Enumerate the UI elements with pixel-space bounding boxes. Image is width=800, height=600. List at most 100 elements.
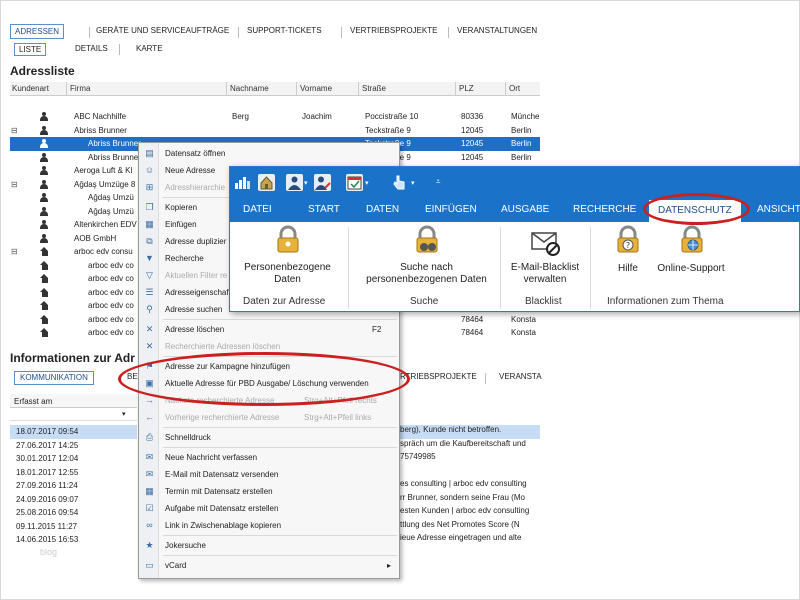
menu-item[interactable]: ✉ E-Mail mit Datensatz versenden [139, 466, 399, 483]
list-item[interactable]: 18.01.2017 12:55 [10, 466, 137, 480]
entry-date: 18.01.2017 12:55 [16, 467, 79, 477]
ribbon-tab-recherche[interactable]: RECHERCHE [573, 204, 636, 215]
hierarchy-icon: ⊞ [145, 182, 154, 192]
lock-search-icon [412, 225, 442, 255]
menu-item-label: Adresse löschen [165, 325, 225, 334]
ribbon-window: ▾ ▾ ▾ ⩡ DATEI START DATEN EINFÜGEN AUSGA… [229, 166, 800, 312]
list-item[interactable]: 09.11.2015 11:27 [10, 520, 137, 534]
list-item[interactable]: 27.09.2016 11:24 [10, 479, 137, 493]
menu-item-label: Datensatz öffnen [165, 149, 226, 158]
menu-item[interactable]: ▦ Termin mit Datensatz erstellen [139, 483, 399, 500]
expander-icon[interactable]: ⊟ [11, 180, 18, 189]
list-item[interactable]: 24.09.2016 09:07 [10, 493, 137, 507]
joker-icon: ★ [145, 540, 154, 550]
tab-divider [341, 27, 342, 38]
menu-item[interactable]: ★ Jokersuche [139, 537, 399, 554]
sort-down-icon[interactable]: ▾ [122, 410, 126, 418]
touch-hand-icon[interactable] [390, 174, 407, 191]
column-header-nachname[interactable]: Nachname [230, 84, 269, 93]
group-divider [500, 227, 501, 309]
customize-toolbar-icon[interactable]: ⩡ [436, 177, 441, 187]
tab-veranstaltungen[interactable]: VERANSTALTUNGEN [453, 24, 541, 39]
ribbon-tab-einfuegen[interactable]: EINFÜGEN [425, 204, 477, 215]
ribbon-tab-ausgabe[interactable]: AUSGABE [501, 204, 549, 215]
menu-item[interactable]: ∞ Link in Zwischenablage kopieren [139, 517, 399, 534]
email-blacklist-button[interactable]: E-Mail-Blacklist verwalten [505, 262, 585, 286]
expander-icon[interactable]: ⊟ [11, 247, 18, 256]
subtab-liste[interactable]: LISTE [14, 43, 47, 56]
person-icon [40, 166, 48, 175]
list-item[interactable]: 30.01.2017 12:04 [10, 452, 137, 466]
tab-geraete[interactable]: GERÄTE UND SERVICEAUFTRÄGE [92, 24, 233, 39]
list-item[interactable]: 18.07.2017 09:54 [10, 425, 137, 439]
list-item[interactable]: 27.06.2017 14:25 [10, 439, 137, 453]
entry-note: es consulting | arboc edv consulting [400, 479, 527, 488]
list-item[interactable]: 14.06.2015 16:53 [10, 533, 137, 547]
person-icon [40, 139, 48, 148]
column-header-erfasst-am[interactable]: Erfasst am [14, 397, 52, 406]
highlight-oval-pbd [118, 352, 410, 406]
table-row[interactable]: ⊟ Abriss Brunner Teckstraße 9 12045 Berlin [10, 124, 540, 138]
ribbon-tab-datei[interactable]: DATEI [243, 204, 272, 215]
email-blocked-icon [530, 227, 560, 257]
column-divider [358, 82, 359, 96]
suche-personenbezogene-daten-button[interactable]: Suche nach personenbezogenen Daten [355, 262, 498, 286]
edit-person-icon[interactable] [314, 174, 331, 191]
expander-icon[interactable]: ⊟ [11, 126, 18, 135]
menu-item[interactable]: ☑ Aufgabe mit Datensatz erstellen [139, 500, 399, 517]
chevron-down-icon[interactable]: ▾ [304, 179, 308, 187]
chevron-down-icon[interactable]: ▾ [365, 179, 369, 187]
menu-item[interactable]: ▤ Datensatz öffnen [139, 145, 399, 162]
cell-nachname: Berg [232, 112, 249, 121]
menu-item[interactable]: ✉ Neue Nachricht verfassen [139, 449, 399, 466]
ribbon-tab-start[interactable]: START [308, 204, 340, 215]
ribbon-tab-ansicht[interactable]: ANSICHT [757, 204, 800, 215]
subtab-details[interactable]: DETAILS [71, 43, 112, 56]
ribbon-tab-daten[interactable]: DATEN [366, 204, 399, 215]
open-icon: ▤ [145, 148, 154, 158]
menu-item-label: Schnelldruck [165, 433, 211, 442]
column-divider [455, 82, 456, 96]
column-header-strasse[interactable]: Straße [362, 84, 386, 93]
paste-icon: ▦ [145, 219, 154, 229]
cell-ort: Berlin [511, 125, 532, 135]
chevron-down-icon[interactable]: ▾ [411, 179, 415, 187]
tab-adressen[interactable]: ADRESSEN [10, 24, 65, 39]
calendar-check-icon[interactable] [346, 174, 363, 191]
menu-item[interactable]: ✕ Adresse löschen F2 [139, 321, 399, 338]
table-row[interactable]: ABC Nachhilfe Berg Joachim Poccistraße 10 80… [10, 110, 540, 124]
person-icon [40, 206, 48, 216]
entry-note: 75749985 [400, 452, 436, 461]
cell-plz: 80336 [461, 112, 484, 121]
info-table-header: Erfasst am [10, 394, 137, 408]
delete-icon: ✕ [145, 324, 154, 334]
new-person-icon[interactable] [286, 174, 303, 191]
column-header-plz[interactable]: PLZ [459, 84, 474, 93]
list-item[interactable]: 25.08.2016 09:54 [10, 506, 137, 520]
menu-item[interactable]: ▭ vCard ▸ [139, 557, 399, 574]
column-divider [66, 82, 67, 96]
tab-divider [89, 27, 90, 38]
column-header-firma[interactable]: Firma [70, 84, 90, 93]
tab-support-tickets[interactable]: SUPPORT-TICKETS [243, 24, 326, 39]
tab-vertriebsprojekte[interactable]: VERTRIEBSPROJEKTE [346, 24, 441, 39]
info-filter-row[interactable]: ▾ [10, 409, 137, 421]
subtab-karte[interactable]: KARTE [132, 43, 167, 56]
person-icon [40, 152, 48, 162]
menu-item-label: Vorherige recherchierte Adresse [165, 413, 280, 422]
filter-icon: ▼ [145, 253, 154, 263]
hilfe-button[interactable]: Hilfe [605, 263, 651, 275]
duplicate-icon: ⧉ [146, 236, 153, 246]
info-tab-kommunikation[interactable]: KOMMUNIKATION [14, 371, 94, 385]
info-tab-veranstaltungen[interactable]: VERANSTA [494, 371, 547, 385]
home-icon[interactable] [258, 174, 275, 191]
column-header-kundenart[interactable]: Kundenart [12, 84, 49, 93]
online-support-button[interactable]: Online-Support [650, 263, 732, 275]
column-header-ort[interactable]: Ort [509, 84, 520, 93]
person-icon [40, 112, 48, 121]
column-header-vorname[interactable]: Vorname [300, 84, 332, 93]
personenbezogene-daten-button[interactable]: Personenbezogene Daten [235, 262, 340, 286]
menu-separator [163, 427, 397, 428]
address-list-title: Adressliste [10, 64, 75, 78]
menu-item[interactable]: ⎙ Schnelldruck [139, 429, 399, 446]
